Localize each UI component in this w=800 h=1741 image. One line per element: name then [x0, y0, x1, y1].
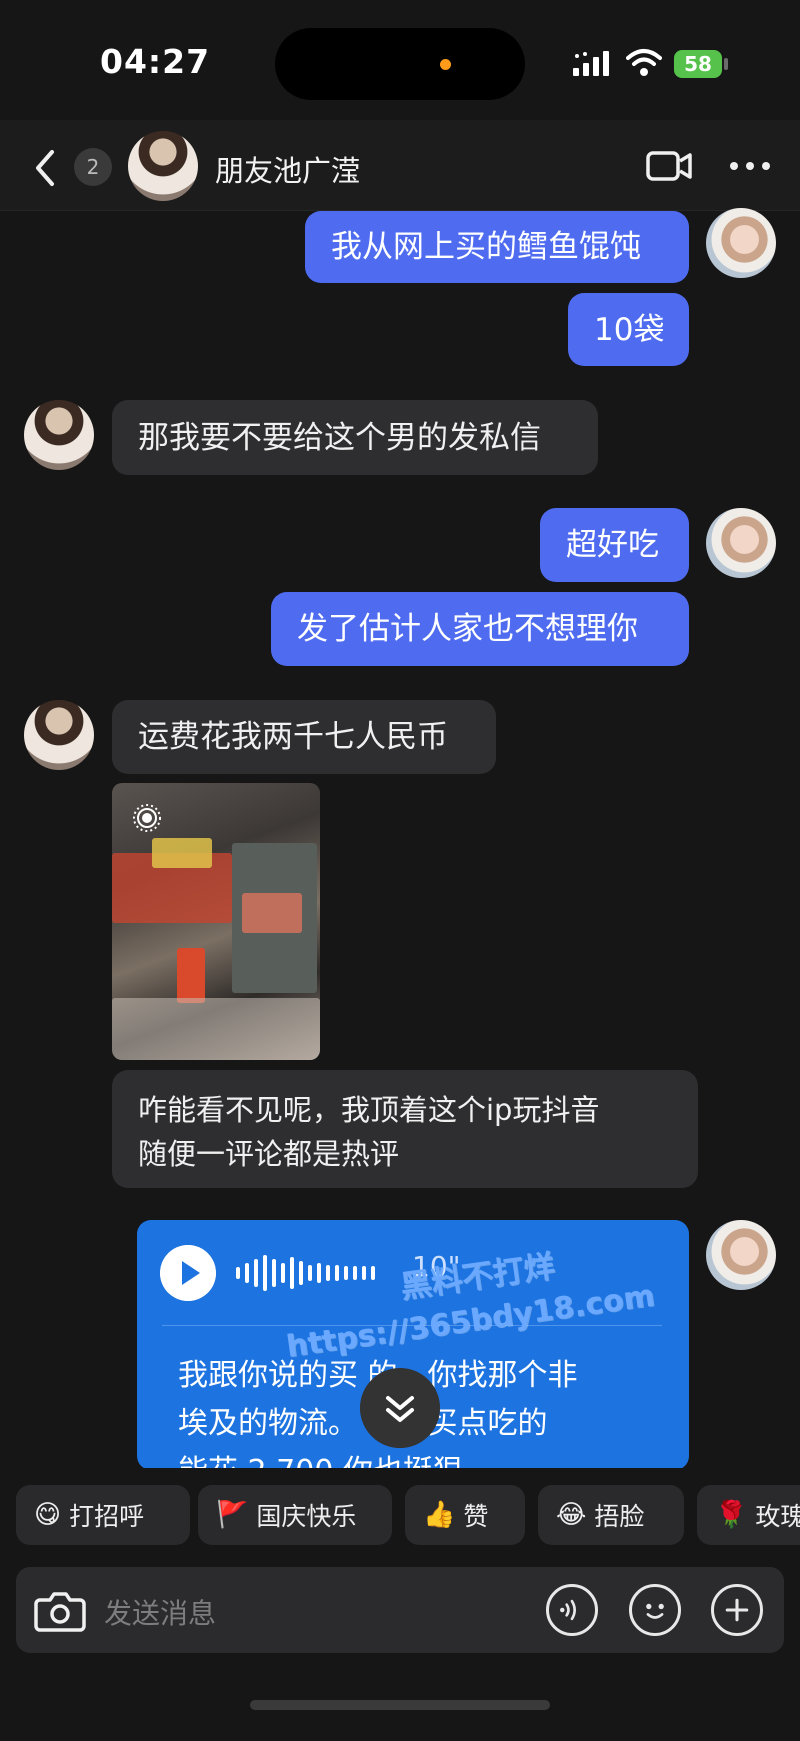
- photo-floor: [112, 998, 320, 1060]
- rose-emoji-icon: 🌹: [715, 1500, 748, 1530]
- dynamic-island: [275, 28, 525, 100]
- voice-input-icon[interactable]: [546, 1584, 598, 1636]
- live-photo-icon: [133, 804, 161, 832]
- contact-name[interactable]: 朋友池广滢: [215, 148, 360, 190]
- message-input[interactable]: 发送消息: [104, 1592, 216, 1632]
- scroll-down-icon[interactable]: [360, 1368, 440, 1448]
- waveform: [236, 1255, 375, 1291]
- status-time: 04:27: [100, 42, 211, 81]
- contact-avatar[interactable]: [24, 700, 94, 770]
- quick-reply-chip[interactable]: 🚩 国庆快乐: [198, 1485, 392, 1545]
- plus-icon[interactable]: [711, 1584, 763, 1636]
- quick-reply-chip[interactable]: 🌹 玫瑰: [697, 1485, 800, 1545]
- contact-avatar[interactable]: [128, 131, 198, 201]
- video-call-icon[interactable]: [645, 148, 693, 184]
- contact-avatar[interactable]: [24, 400, 94, 470]
- grin-emoji-icon: 😋: [34, 1500, 62, 1530]
- my-avatar[interactable]: [706, 508, 776, 578]
- quick-reply-label: 打招呼: [69, 1502, 145, 1531]
- message-bubble[interactable]: 10袋: [568, 293, 689, 366]
- message-bubble[interactable]: 我从网上买的鳕鱼馄饨: [305, 211, 689, 283]
- quick-reply-chip[interactable]: 😂 捂脸: [538, 1485, 684, 1545]
- message-bubble[interactable]: 超好吃: [540, 508, 689, 582]
- thumbs-up-emoji-icon: 👍: [423, 1500, 456, 1530]
- quick-reply-label: 玫瑰: [755, 1502, 800, 1531]
- unread-count-badge[interactable]: 2: [74, 148, 112, 186]
- play-icon[interactable]: [160, 1245, 216, 1301]
- quick-reply-label: 捂脸: [594, 1502, 645, 1531]
- message-bubble[interactable]: 运费花我两千七人民币: [112, 700, 496, 774]
- cellular-signal-icon: [573, 51, 609, 76]
- wifi-icon: [626, 49, 662, 76]
- photo-package: [152, 838, 212, 868]
- photo-drink: [177, 948, 205, 1003]
- facepalm-emoji-icon: 😂: [556, 1500, 587, 1530]
- message-bubble[interactable]: 咋能看不见呢，我顶着这个ip玩抖音 随便一评论都是热评: [112, 1070, 698, 1188]
- quick-reply-label: 赞: [463, 1502, 489, 1531]
- photo-fridge-items: [242, 893, 302, 933]
- back-chevron-icon[interactable]: [30, 148, 60, 188]
- message-bubble[interactable]: 那我要不要给这个男的发私信: [112, 400, 598, 475]
- battery-indicator: 58: [674, 50, 722, 78]
- my-avatar[interactable]: [706, 208, 776, 278]
- camera-icon[interactable]: [34, 1586, 86, 1634]
- more-icon[interactable]: [728, 158, 772, 174]
- privacy-indicator-dot: [440, 59, 451, 70]
- home-indicator: [250, 1700, 550, 1710]
- flag-emoji-icon: 🚩: [216, 1500, 249, 1530]
- quick-reply-chip[interactable]: 😋 打招呼: [16, 1485, 190, 1545]
- message-bubble[interactable]: 发了估计人家也不想理你: [271, 592, 689, 666]
- my-avatar[interactable]: [706, 1220, 776, 1290]
- battery-nub: [724, 58, 728, 70]
- quick-reply-label: 国庆快乐: [256, 1502, 357, 1531]
- quick-reply-chip[interactable]: 👍 赞: [405, 1485, 525, 1545]
- emoji-icon[interactable]: [629, 1584, 681, 1636]
